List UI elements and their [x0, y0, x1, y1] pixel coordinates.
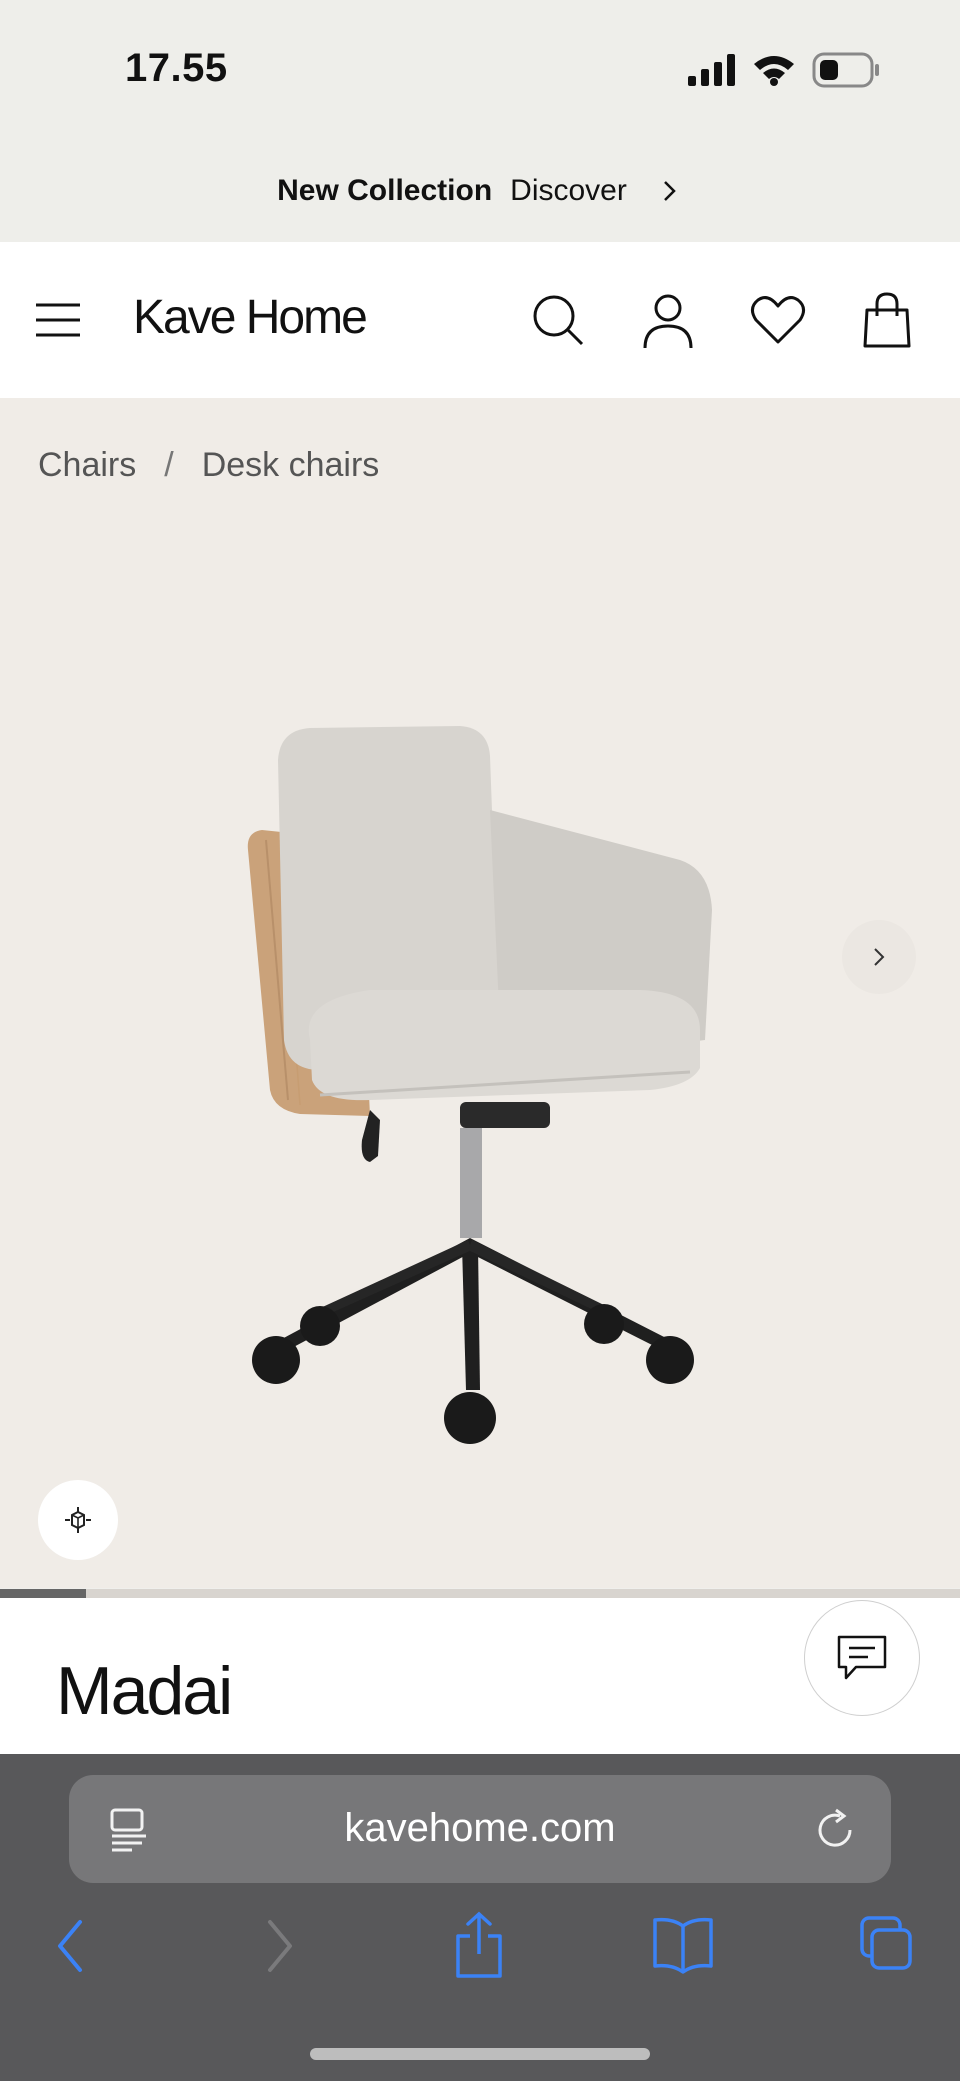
promo-discover-link[interactable]: Discover: [510, 174, 627, 208]
menu-icon[interactable]: [36, 302, 80, 338]
forward-icon[interactable]: [256, 1916, 302, 1976]
breadcrumb-separator: /: [164, 446, 174, 484]
gallery-progress-fill: [0, 1589, 87, 1598]
signal-icon: [688, 54, 735, 86]
next-image-button[interactable]: [842, 920, 916, 994]
home-indicator: [310, 2048, 650, 2060]
product-image[interactable]: [170, 700, 770, 1460]
account-icon[interactable]: [642, 294, 694, 350]
ar-view-icon: [65, 1507, 91, 1533]
status-time: 17.55: [125, 46, 228, 90]
promo-banner[interactable]: New Collection Discover: [0, 140, 960, 242]
promo-title: New Collection: [277, 174, 493, 207]
chevron-right-icon: [874, 948, 885, 966]
chat-bubble-icon: [837, 1635, 887, 1680]
reload-icon[interactable]: [814, 1806, 858, 1852]
breadcrumb-item-desk-chairs[interactable]: Desk chairs: [202, 446, 380, 485]
back-icon[interactable]: [48, 1916, 94, 1976]
gallery-progress-track: [0, 1589, 960, 1598]
tabs-icon[interactable]: [858, 1914, 914, 1974]
breadcrumb: Chairs / Desk chairs: [38, 446, 379, 485]
heart-icon[interactable]: [750, 294, 806, 346]
chat-button[interactable]: [804, 1600, 920, 1716]
bookmarks-icon[interactable]: [652, 1916, 714, 1974]
product-title: Madai: [56, 1653, 233, 1729]
share-icon[interactable]: [452, 1910, 506, 1980]
shopping-bag-icon[interactable]: [862, 292, 912, 348]
battery-icon: [812, 52, 879, 88]
search-icon[interactable]: [532, 294, 584, 346]
ar-view-button[interactable]: [38, 1480, 118, 1560]
chevron-right-icon: [663, 181, 676, 201]
logo[interactable]: Kave Home: [133, 290, 368, 345]
wifi-icon: [754, 56, 794, 86]
breadcrumb-item-chairs[interactable]: Chairs: [38, 446, 136, 485]
